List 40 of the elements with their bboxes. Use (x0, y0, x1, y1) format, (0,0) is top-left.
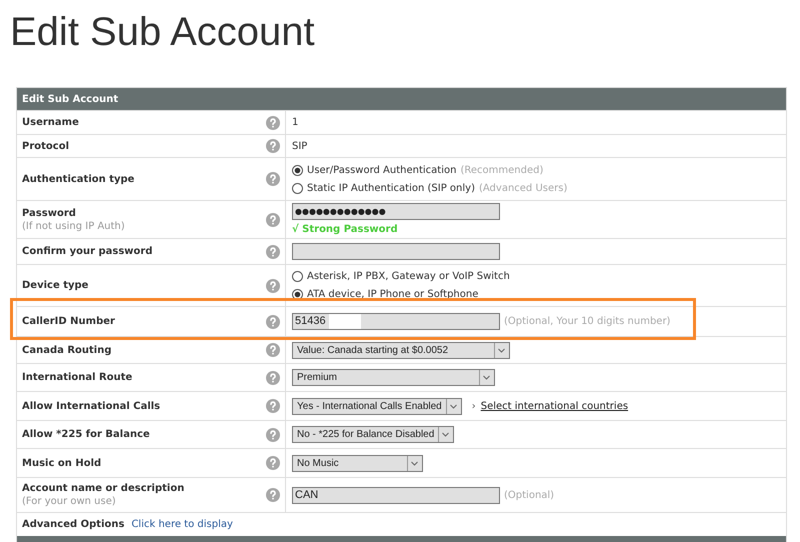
field-label: Allow International Calls (22, 400, 160, 412)
field-label: Authentication type (22, 172, 134, 186)
option-label: ATA device, IP Phone or Softphone (307, 288, 478, 302)
field-label: International Route (22, 371, 132, 384)
field-label: Account name or description (22, 482, 184, 495)
field-value: SIP (292, 140, 308, 154)
page-title: Edit Sub Account (9, 9, 315, 56)
field-label: Username (22, 116, 79, 129)
field-label: Confirm your password (22, 245, 153, 258)
chevron-icon: › (472, 398, 476, 414)
field-label: Protocol (22, 140, 70, 152)
countries-link[interactable]: Select international countries (480, 398, 628, 414)
option-label: Static IP Authentication (SIP only) (307, 182, 475, 196)
dropdown[interactable]: No - *225 for Balance Disabled (292, 426, 454, 443)
password-field[interactable]: ●●●●●●●●●●●●● (292, 202, 500, 220)
input-field[interactable]: 51436 (292, 313, 500, 330)
field-label: CallerID Number (22, 315, 115, 328)
field-label: Canada Routing (22, 344, 112, 356)
dropdown[interactable]: Yes - International Calls Enabled (292, 398, 462, 414)
field-label: Allow *225 for Balance (22, 428, 150, 441)
field-label: Music on Hold (22, 456, 102, 470)
dropdown[interactable]: Value: Canada starting at $0.0052 (292, 342, 510, 358)
field-hint: (Optional) (504, 488, 554, 502)
field-hint: (Optional, Your 10 digits number) (504, 315, 670, 329)
dropdown[interactable]: No Music (292, 454, 423, 472)
form-header: Edit Sub Account (17, 88, 786, 110)
field-label: Password (22, 206, 77, 220)
input-field[interactable]: CAN (292, 486, 500, 504)
option-label: User/Password Authentication (307, 164, 456, 178)
dropdown[interactable]: Premium (292, 369, 495, 386)
option-note: (Advanced Users) (478, 182, 568, 196)
field-label: Advanced Options (22, 518, 124, 532)
display-link[interactable]: Click here to display (131, 517, 233, 532)
option-label: Asterisk, IP PBX, Gateway or VoIP Switch (307, 270, 510, 284)
password-strength: √ Strong Password (292, 222, 399, 236)
option-note: (Recommended) (460, 164, 544, 178)
field-value: 1 (292, 116, 298, 130)
field-hint: (For your own use) (22, 495, 117, 508)
field-label: Device type (22, 279, 88, 292)
field-hint: (If not using IP Auth) (22, 220, 125, 232)
